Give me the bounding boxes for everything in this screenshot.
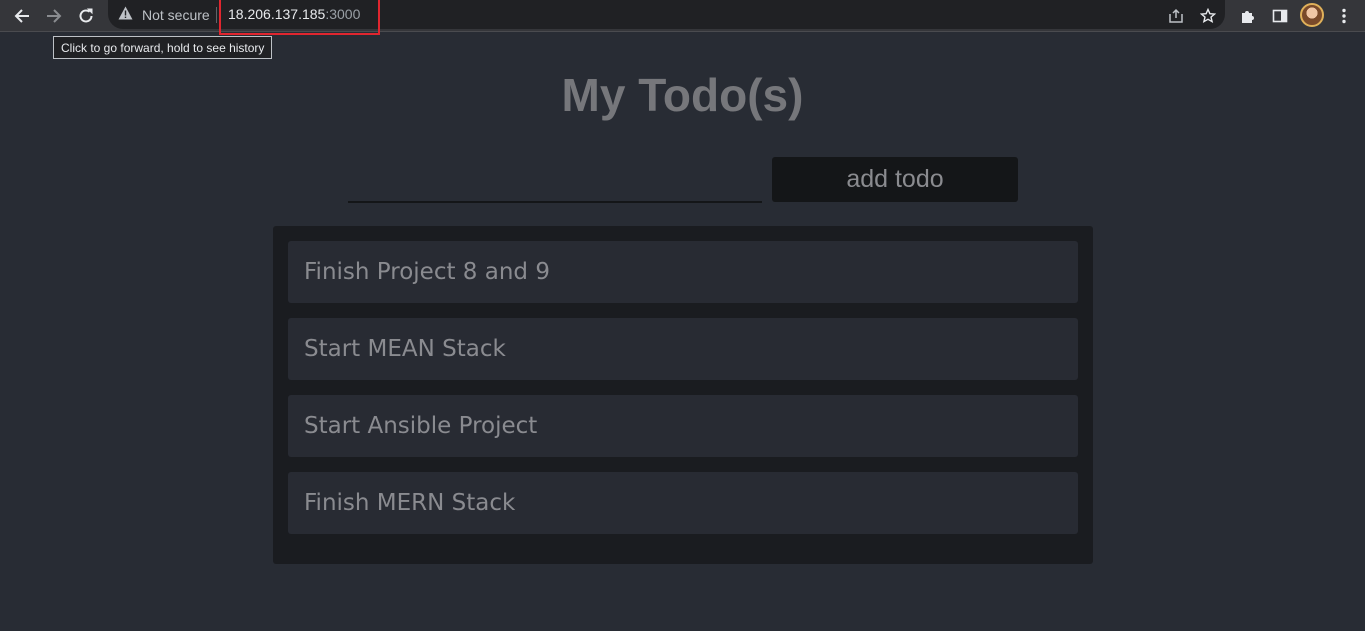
todo-item[interactable]: Finish MERN Stack — [288, 472, 1078, 534]
menu-button[interactable] — [1330, 2, 1358, 30]
forward-tooltip: Click to go forward, hold to see history — [53, 36, 273, 59]
todo-item[interactable]: Start MEAN Stack — [288, 318, 1078, 380]
chip-divider — [216, 7, 217, 23]
share-icon — [1168, 8, 1184, 24]
page-title: My Todo(s) — [561, 69, 804, 121]
puzzle-icon — [1240, 8, 1256, 24]
add-todo-button[interactable]: add todo — [772, 157, 1018, 202]
profile-avatar[interactable] — [1300, 3, 1324, 27]
star-icon — [1200, 8, 1216, 24]
security-label: Not secure — [142, 6, 210, 23]
share-button[interactable] — [1162, 2, 1190, 30]
todo-item[interactable]: Finish Project 8 and 9 — [288, 241, 1078, 303]
forward-button[interactable] — [40, 2, 68, 30]
warning-triangle-icon — [118, 6, 133, 23]
todo-item[interactable]: Start Ansible Project — [288, 395, 1078, 457]
security-chip[interactable]: Not secure — [108, 0, 210, 29]
bookmark-button[interactable] — [1194, 2, 1222, 30]
arrow-left-icon — [14, 8, 30, 24]
url-port: :3000 — [325, 5, 361, 22]
todo-list: Finish Project 8 and 9 Start MEAN Stack … — [273, 226, 1093, 564]
reload-button[interactable] — [72, 2, 100, 30]
back-button[interactable] — [8, 2, 36, 30]
side-panel-button[interactable] — [1266, 2, 1294, 30]
reload-icon — [78, 8, 94, 24]
todo-input[interactable] — [348, 158, 762, 203]
browser-toolbar: Not secure 18.206.137.185:3000 — [0, 0, 1365, 35]
url-field[interactable]: 18.206.137.185:3000 — [219, 0, 380, 35]
arrow-right-icon — [46, 8, 62, 24]
side-panel-icon — [1272, 8, 1288, 24]
extensions-button[interactable] — [1234, 2, 1262, 30]
kebab-menu-icon — [1342, 8, 1346, 24]
url-host: 18.206.137.185 — [228, 5, 326, 22]
